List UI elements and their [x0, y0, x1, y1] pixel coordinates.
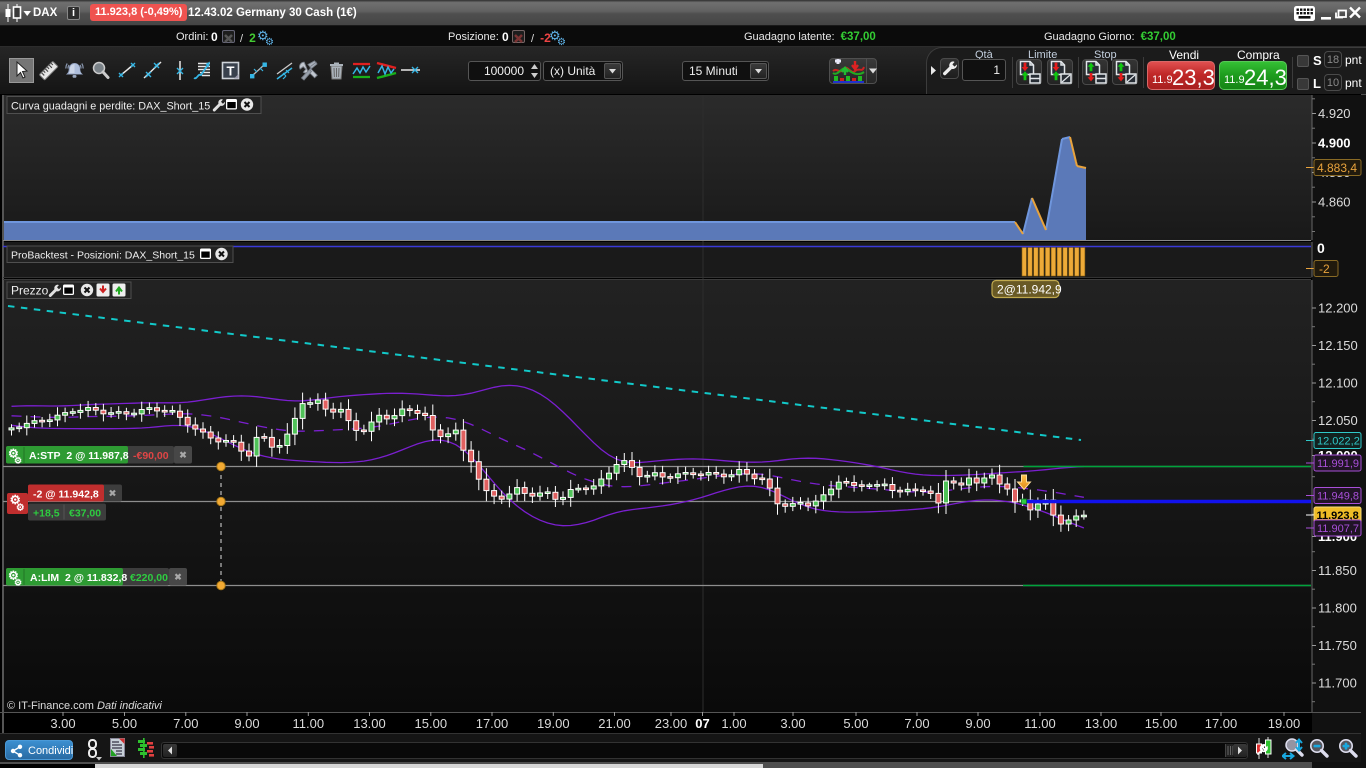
svg-text:12.050: 12.050 — [1318, 413, 1358, 428]
svg-text:11.00: 11.00 — [1024, 716, 1056, 731]
svg-text:11.850: 11.850 — [1318, 563, 1357, 578]
svg-text:12.100: 12.100 — [1318, 376, 1358, 391]
svg-text:3.00: 3.00 — [50, 716, 75, 731]
svg-text:11.907,7: 11.907,7 — [1317, 523, 1359, 535]
svg-text:19.00: 19.00 — [537, 716, 570, 731]
svg-text:13.00: 13.00 — [1085, 716, 1118, 731]
svg-text:⚙: ⚙ — [14, 456, 22, 466]
svg-text:5.00: 5.00 — [843, 716, 868, 731]
svg-text:+18,5: +18,5 — [33, 508, 60, 520]
svg-text:1.00: 1.00 — [721, 716, 746, 731]
svg-text:12.200: 12.200 — [1318, 301, 1358, 316]
svg-text:11.949,8: 11.949,8 — [1317, 491, 1359, 503]
svg-text:0: 0 — [1317, 240, 1325, 256]
svg-text:21.00: 21.00 — [598, 716, 631, 731]
svg-text:2@11.942,9: 2@11.942,9 — [997, 283, 1062, 297]
svg-text:A:STP 2 @ 11.987,8: A:STP 2 @ 11.987,8 — [29, 450, 129, 462]
svg-text:⚙: ⚙ — [557, 37, 566, 46]
svg-text:23.00: 23.00 — [655, 716, 688, 731]
svg-text:€37,00: €37,00 — [69, 508, 101, 520]
svg-text:9.00: 9.00 — [965, 716, 990, 731]
svg-text:5.00: 5.00 — [112, 716, 137, 731]
svg-text:3.00: 3.00 — [780, 716, 805, 731]
svg-text:07: 07 — [695, 716, 709, 731]
svg-text:11.750: 11.750 — [1318, 638, 1357, 653]
svg-text:T: T — [227, 64, 235, 79]
svg-text:4.883,4: 4.883,4 — [1317, 161, 1357, 175]
svg-text:12.022,2: 12.022,2 — [1317, 436, 1360, 448]
svg-text:11.800: 11.800 — [1318, 601, 1357, 616]
svg-text:9.00: 9.00 — [234, 716, 259, 731]
svg-text:⚙: ⚙ — [265, 37, 274, 46]
svg-text:7.00: 7.00 — [904, 716, 929, 731]
svg-text:Curva guadagni e perdite: DAX_: Curva guadagni e perdite: DAX_Short_15 — [11, 101, 210, 113]
svg-text:11.00: 11.00 — [293, 716, 325, 731]
svg-text:19.00: 19.00 — [1268, 716, 1301, 731]
svg-text:⚙: ⚙ — [16, 502, 24, 513]
svg-text:15.00: 15.00 — [415, 716, 448, 731]
svg-text:4.900: 4.900 — [1318, 136, 1351, 151]
svg-text:11.700: 11.700 — [1318, 676, 1357, 691]
svg-text:17.00: 17.00 — [476, 716, 509, 731]
svg-text:-2 @ 11.942,8: -2 @ 11.942,8 — [33, 489, 99, 501]
svg-text:-€90,00: -€90,00 — [133, 450, 169, 462]
svg-text:A:LIM 2 @ 11.832,8: A:LIM 2 @ 11.832,8 — [30, 572, 127, 584]
svg-text:11.991,9: 11.991,9 — [1317, 458, 1359, 470]
svg-text:4.920: 4.920 — [1318, 106, 1351, 121]
svg-text:© IT-Finance.com Dati indicati: © IT-Finance.com Dati indicativi — [7, 700, 162, 712]
svg-text:-2: -2 — [1319, 262, 1330, 276]
svg-text:€220,00: €220,00 — [130, 572, 168, 584]
svg-text:13.00: 13.00 — [353, 716, 386, 731]
svg-text:ProBacktest - Posizioni: DAX_S: ProBacktest - Posizioni: DAX_Short_15 — [11, 250, 195, 262]
svg-text:4.860: 4.860 — [1318, 195, 1351, 210]
svg-text:12.150: 12.150 — [1318, 338, 1358, 353]
svg-text:Prezzo: Prezzo — [11, 284, 49, 298]
svg-text:7.00: 7.00 — [173, 716, 198, 731]
svg-text:17.00: 17.00 — [1205, 716, 1238, 731]
svg-text:⚙: ⚙ — [14, 578, 22, 588]
svg-text:15.00: 15.00 — [1145, 716, 1178, 731]
